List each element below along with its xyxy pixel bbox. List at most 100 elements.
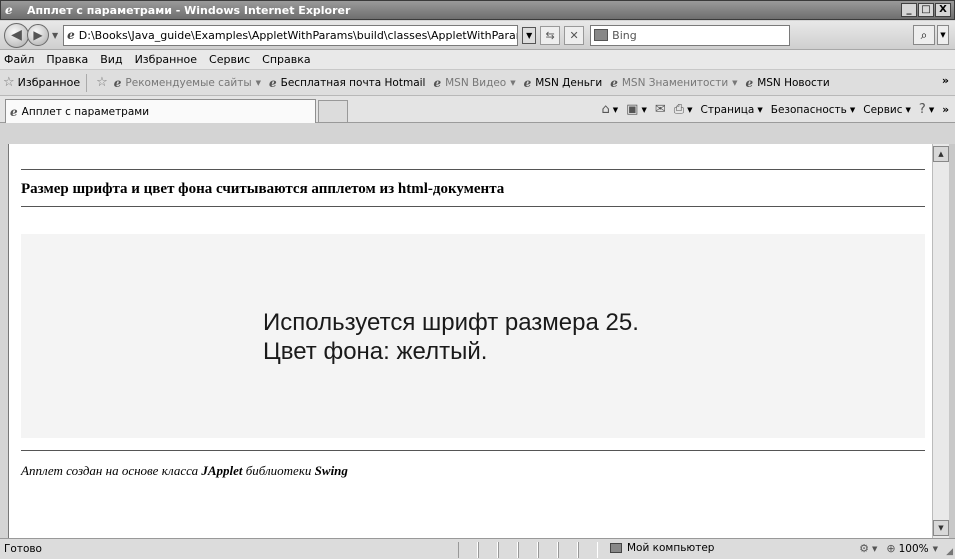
menu-bar: Файл Правка Вид Избранное Сервис Справка [0, 50, 955, 70]
vertical-scrollbar[interactable]: ▲ ▼ [932, 144, 949, 538]
divider [21, 169, 925, 170]
maximize-button[interactable]: □ [918, 3, 934, 17]
zoom-control[interactable]: ⚙ ▼ ⊕ 100% ▼ [859, 542, 941, 555]
navigation-bar: ◀ ▶ ▼ e D:\Books\Java_guide\Examples\App… [0, 21, 955, 50]
security-zone[interactable]: Мой компьютер [610, 542, 714, 554]
new-tab-button[interactable] [318, 100, 348, 123]
favorites-button[interactable]: Избранное [18, 76, 80, 89]
cmd-overflow-chevron-icon[interactable]: » [942, 104, 949, 116]
printer-icon: ⎙ [673, 102, 685, 117]
ie-page-icon: e [745, 75, 754, 90]
status-text: Готово [4, 543, 42, 555]
search-input[interactable]: Bing [590, 24, 791, 46]
print-button[interactable]: ⎙ ▼ [674, 102, 693, 117]
chevron-down-icon: ▼ [905, 105, 911, 114]
menu-file[interactable]: Файл [4, 53, 34, 66]
stop-button[interactable]: ✕ [564, 25, 585, 45]
chevron-down-icon: ▼ [928, 105, 935, 114]
status-cell [478, 542, 498, 558]
status-bar: Готово Мой компьютер ⚙ ▼ ⊕ 100% ▼ ◢ [0, 538, 955, 559]
ie-page-icon: e [269, 75, 277, 90]
divider [21, 450, 925, 451]
scroll-up-button[interactable]: ▲ [933, 146, 949, 162]
history-dropdown-icon[interactable]: ▼ [52, 31, 58, 40]
page-icon: e [67, 28, 75, 42]
zoom-icon: ⊕ [886, 542, 896, 555]
ie-page-icon: e [610, 75, 618, 90]
magnifier-icon: ⌕ [920, 28, 928, 42]
window-title: Апплет с параметрами - Windows Internet … [27, 3, 351, 17]
home-icon: ⌂ [601, 102, 610, 117]
arrow-right-icon: ▶ [33, 28, 43, 42]
refresh-button[interactable]: ⇆ [540, 25, 561, 45]
tab-row: e Апплет с параметрами ⌂ ▼ ▣ ▼ ✉ ⎙ ▼ Страни… [0, 96, 955, 123]
chevron-down-icon: ▼ [871, 544, 878, 553]
protected-mode-icon[interactable]: ⚙ [859, 542, 869, 555]
status-cell [518, 542, 538, 558]
back-button[interactable]: ◀ [4, 22, 29, 48]
applet-area[interactable]: Используется шрифт размера 25. Цвет фона… [21, 234, 925, 438]
ie-page-icon: e [433, 75, 442, 90]
mail-button[interactable]: ✉ [655, 102, 666, 117]
search-options-button[interactable]: ▼ [937, 25, 949, 45]
scroll-down-button[interactable]: ▼ [933, 520, 949, 536]
page-content: Размер шрифта и цвет фона считываются ап… [8, 144, 932, 538]
resize-grip-icon[interactable]: ◢ [946, 547, 953, 557]
fav-item-msn-money[interactable]: e MSN Деньги [524, 76, 603, 90]
zone-label: Мой компьютер [627, 542, 715, 554]
zoom-level: 100% [898, 542, 929, 555]
add-favorite-icon[interactable]: ☆ [96, 75, 108, 90]
ie-page-icon: e [523, 75, 532, 90]
chevron-down-icon: ▼ [849, 105, 856, 114]
tools-menu-button[interactable]: Сервис ▼ [863, 104, 911, 116]
command-bar: ⌂ ▼ ▣ ▼ ✉ ⎙ ▼ Страница ▼ Безопасность ▼ Серви… [593, 102, 949, 117]
window-edge [949, 144, 955, 538]
menu-favorites[interactable]: Избранное [135, 53, 197, 66]
close-button[interactable]: X [935, 3, 951, 17]
fav-item-suggested-sites[interactable]: e Рекомендуемые сайты ▼ [114, 76, 261, 90]
divider [86, 73, 88, 92]
minimize-button[interactable]: _ [901, 3, 917, 17]
status-cell [538, 542, 558, 558]
chevron-down-icon: ▼ [641, 105, 647, 114]
help-button[interactable]: ? ▼ [919, 102, 934, 117]
status-cell [578, 542, 598, 558]
fav-item-msn-video[interactable]: e MSN Видео ▼ [433, 76, 515, 90]
address-dropdown-button[interactable]: ▼ [522, 26, 537, 44]
search-placeholder: Bing [612, 28, 637, 42]
chevron-down-icon: ▼ [757, 105, 763, 114]
ie-page-icon: e [113, 75, 122, 90]
overflow-chevron-icon[interactable]: » [942, 74, 949, 87]
home-button[interactable]: ⌂ ▼ [601, 102, 618, 117]
menu-view[interactable]: Вид [100, 53, 122, 66]
applet-bg-color-text: Цвет фона: желтый. [263, 338, 488, 365]
footer-note: Апплет создан на основе класса JApplet б… [21, 463, 348, 478]
forward-button[interactable]: ▶ [27, 24, 49, 46]
bing-icon [594, 29, 609, 41]
tab-applet[interactable]: e Апплет с параметрами [5, 99, 316, 123]
title-bar: e Апплет с параметрами - Windows Interne… [0, 0, 955, 20]
menu-edit[interactable]: Правка [46, 53, 88, 66]
page-menu-button[interactable]: Страница ▼ [701, 104, 763, 116]
favorites-star-icon[interactable]: ☆ [3, 75, 15, 90]
address-url: D:\Books\Java_guide\Examples\AppletWithP… [78, 28, 519, 42]
feeds-button[interactable]: ▣ ▼ [626, 102, 647, 117]
arrow-left-icon: ◀ [11, 27, 22, 43]
safety-menu-button[interactable]: Безопасность ▼ [771, 104, 856, 116]
stop-icon: ✕ [569, 28, 579, 42]
fav-item-msn-celebrities[interactable]: e MSN Знаменитости ▼ [610, 76, 737, 90]
favorites-bar: ☆ Избранное ☆ e Рекомендуемые сайты ▼ e Бес… [0, 70, 955, 96]
menu-tools[interactable]: Сервис [209, 53, 250, 66]
chevron-down-icon: ▼ [510, 78, 516, 87]
search-button[interactable]: ⌕ [913, 25, 935, 45]
fav-item-msn-news[interactable]: e MSN Новости [746, 76, 830, 90]
chevron-down-icon: ▼ [687, 105, 693, 114]
status-cell [558, 542, 578, 558]
menu-help[interactable]: Справка [262, 53, 310, 66]
address-bar[interactable]: e D:\Books\Java_guide\Examples\AppletWit… [63, 24, 519, 46]
applet-font-size-text: Используется шрифт размера 25. [263, 309, 639, 336]
divider [21, 206, 925, 207]
fav-item-hotmail[interactable]: e Бесплатная почта Hotmail [269, 76, 425, 90]
status-cell [498, 542, 518, 558]
mail-icon: ✉ [654, 102, 666, 117]
